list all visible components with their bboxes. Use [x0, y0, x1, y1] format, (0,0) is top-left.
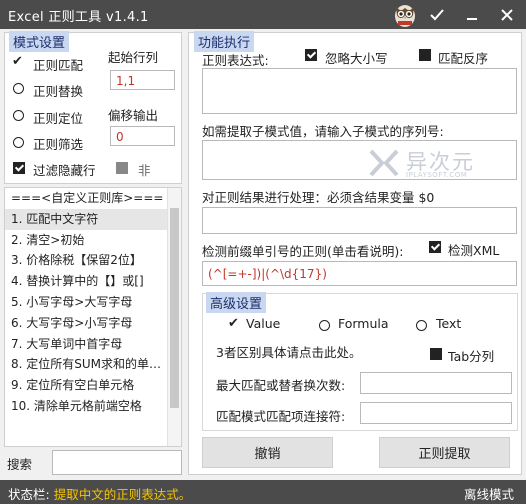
status-bar: 状态栏: 提取中文的正则表达式。 离线模式: [0, 480, 526, 504]
start-row-input[interactable]: 1,1: [110, 70, 175, 90]
list-scrollbar[interactable]: [167, 188, 181, 446]
title-bar: Excel 正则工具 v1.4.1: [0, 0, 526, 29]
ignore-case-label: 忽略大小写: [325, 51, 388, 66]
tab-split-label: Tab分列: [448, 349, 495, 364]
search-label: 搜索: [7, 457, 33, 472]
list-item[interactable]: 5. 小写字母>大写字母: [5, 292, 167, 313]
quote-regex-input[interactable]: (^[=+-])|(^\d{17}): [202, 261, 517, 286]
status-message: 提取中文的正则表达式。: [53, 487, 192, 502]
output-radio-text[interactable]: [416, 320, 427, 331]
list-item[interactable]: 9. 定位所有空白单元格: [5, 375, 167, 396]
mode-radio-replace[interactable]: [13, 83, 24, 94]
advanced-settings-title: 高级设置: [206, 292, 267, 313]
window-title: Excel 正则工具 v1.4.1: [8, 10, 149, 25]
output-radio-formula[interactable]: [319, 320, 330, 331]
regex-label: 正则表达式:: [202, 53, 269, 68]
list-item[interactable]: 6. 大写字母>小写字母: [5, 313, 167, 334]
output-option-value[interactable]: Value: [246, 316, 280, 331]
mode-option-filter[interactable]: 正则筛选: [33, 134, 83, 153]
status-mode: 离线模式: [463, 487, 514, 502]
extract-button[interactable]: 正则提取: [379, 437, 510, 468]
minimize-icon[interactable]: [459, 0, 485, 29]
mode-radio-locate[interactable]: [13, 110, 24, 121]
output-option-formula[interactable]: Formula: [338, 316, 389, 331]
max-replace-label: 最大匹配或替者换次数:: [216, 378, 346, 393]
process-label: 对正则结果进行处理：必须含结果变量 $0: [202, 190, 435, 205]
function-title: 功能执行: [194, 31, 255, 52]
close-icon[interactable]: [494, 0, 520, 29]
process-input[interactable]: [202, 207, 517, 234]
detect-xml-label: 检测XML: [448, 243, 500, 258]
mode-option-match[interactable]: 正则匹配: [33, 55, 83, 74]
status-label-wrap: 状态栏: 提取中文的正则表达式。: [8, 484, 191, 503]
watermark-sub: IPLAYSOFT.COM: [406, 171, 468, 179]
watermark-logo-icon: [369, 149, 399, 177]
watermark: 异次元 IPLAYSOFT.COM: [368, 146, 518, 180]
selected-check-icon: ✔: [228, 316, 239, 331]
list-item[interactable]: 8. 定位所有SUM求和的单元格: [5, 354, 167, 375]
regex-library-list[interactable]: ===<自定义正则库>=== 1. 匹配中文字符 2. 清空>初始 3. 价格除…: [4, 187, 182, 447]
filter-hidden-checkbox[interactable]: [13, 162, 25, 174]
mode-option-locate[interactable]: 正则定位: [33, 108, 83, 127]
match-reverse-checkbox[interactable]: [419, 49, 431, 61]
list-item[interactable]: 1. 匹配中文字符: [5, 208, 167, 230]
search-input[interactable]: [52, 450, 182, 475]
filter-hidden-label: 过滤隐藏行: [33, 163, 96, 178]
ignore-case-checkbox[interactable]: [305, 49, 317, 61]
max-replace-input[interactable]: [360, 372, 512, 394]
difference-hint-link[interactable]: 3者区别具体请点击此处。: [216, 342, 361, 361]
join-separator-label: 匹配模式匹配项连接符:: [216, 409, 346, 424]
list-item[interactable]: 3. 价格除税【保留2位】: [5, 250, 167, 271]
mode-option-replace[interactable]: 正则替换: [33, 81, 83, 100]
output-option-text[interactable]: Text: [436, 316, 461, 331]
quote-regex-label[interactable]: 检测前缀单引号的正则(单击看说明):: [202, 241, 403, 260]
offset-output-input[interactable]: 0: [110, 126, 175, 146]
owl-logo-icon: [392, 1, 418, 28]
offset-output-label: 偏移输出: [108, 108, 159, 123]
list-header: ===<自定义正则库>===: [11, 191, 164, 205]
tab-split-checkbox[interactable]: [430, 348, 442, 360]
match-reverse-label: 匹配反序: [438, 51, 489, 66]
submatch-label: 如需提取子模式值，请输入子模式的序列号:: [202, 124, 444, 139]
detect-xml-checkbox[interactable]: [429, 241, 441, 253]
check-icon[interactable]: [424, 0, 450, 29]
not-label: 非: [138, 163, 151, 178]
list-item[interactable]: 10. 清除单元格前端空格: [5, 396, 167, 417]
status-label: 状态栏:: [8, 487, 50, 502]
list-item[interactable]: 2. 清空>初始: [5, 230, 167, 251]
not-checkbox[interactable]: [116, 162, 128, 174]
list-item[interactable]: 4. 替换计算中的【】或[]: [5, 271, 167, 292]
regex-input[interactable]: [202, 68, 517, 114]
selected-check-icon: ✔: [12, 54, 23, 69]
mode-radio-filter[interactable]: [13, 137, 24, 148]
undo-button[interactable]: 撤销: [202, 437, 333, 468]
join-separator-input[interactable]: [360, 402, 512, 424]
mode-settings-title: 模式设置: [9, 31, 70, 52]
start-row-label: 起始行列: [108, 50, 159, 65]
list-item[interactable]: 7. 大写单词中首字母: [5, 334, 167, 355]
list-scroll-thumb[interactable]: [170, 208, 179, 408]
